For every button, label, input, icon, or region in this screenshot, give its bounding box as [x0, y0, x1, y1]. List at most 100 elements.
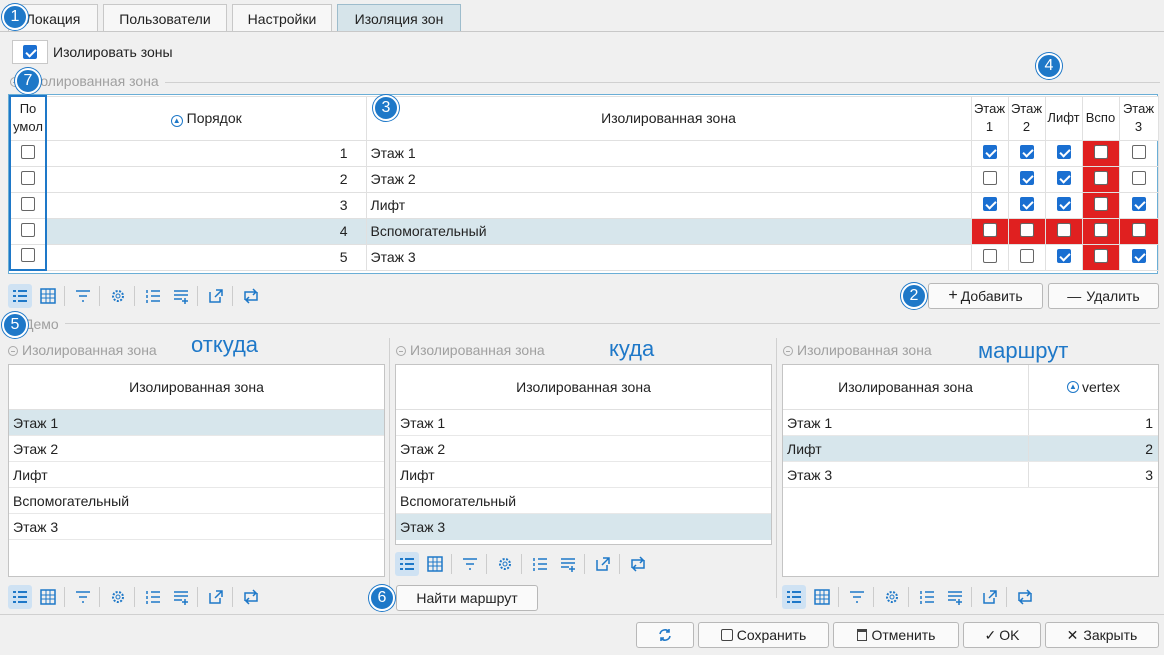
list-item[interactable]: Этаж 2 [9, 436, 384, 462]
table-row[interactable]: Лифт 2 [783, 436, 1158, 462]
default-checkbox[interactable] [21, 170, 35, 185]
numbered-list-icon[interactable] [528, 552, 552, 576]
matrix-checkbox[interactable] [982, 196, 997, 211]
col-order-header[interactable]: ▲ Порядок [45, 95, 367, 141]
route-col-vertex[interactable]: ▲ vertex [1029, 365, 1158, 409]
matrix-checkbox[interactable] [1093, 222, 1108, 237]
matrix-checkbox[interactable] [982, 248, 997, 263]
close-button[interactable]: ✕ Закрыть [1045, 622, 1159, 648]
ok-button[interactable]: ✓ OK [963, 622, 1041, 648]
list-view-icon[interactable] [395, 552, 419, 576]
col-default-header[interactable]: По умол [9, 95, 47, 140]
matrix-checkbox[interactable] [1019, 170, 1034, 185]
matrix-checkbox[interactable] [1056, 222, 1071, 237]
matrix-checkbox[interactable] [1019, 222, 1034, 237]
route-grid[interactable]: Изолированная зона ▲ vertex Этаж 1 1 Лифт 2… [782, 364, 1159, 577]
tab-users[interactable]: Пользователи [103, 4, 227, 32]
default-checkbox[interactable] [21, 222, 35, 237]
list-item[interactable]: Этаж 3 [9, 514, 384, 540]
list-view-icon[interactable] [8, 284, 32, 308]
table-row[interactable]: 3 Лифт [9, 191, 1159, 219]
matrix-checkbox[interactable] [1056, 170, 1071, 185]
to-grid[interactable]: Изолированная зона Этаж 1 Этаж 2 Лифт Вс… [395, 364, 772, 545]
add-button[interactable]: + Добавить [928, 283, 1043, 309]
matrix-checkbox[interactable] [1093, 170, 1108, 185]
list-item[interactable]: Вспомогательный [9, 488, 384, 514]
table-row[interactable]: 5 Этаж 3 [9, 243, 1159, 271]
gear-icon[interactable] [106, 284, 130, 308]
isolate-zones-checkbox[interactable] [12, 40, 48, 64]
list-view-icon[interactable] [8, 585, 32, 609]
grid-view-icon[interactable] [423, 552, 447, 576]
grid-view-icon[interactable] [810, 585, 834, 609]
find-route-button[interactable]: Найти маршрут [396, 585, 538, 611]
list-item[interactable]: Этаж 1 [396, 410, 771, 436]
gear-icon[interactable] [106, 585, 130, 609]
list-item[interactable]: Лифт [9, 462, 384, 488]
matrix-checkbox[interactable] [1131, 248, 1146, 263]
export-icon[interactable] [204, 585, 228, 609]
matrix-checkbox[interactable] [982, 222, 997, 237]
filter-icon[interactable] [845, 585, 869, 609]
delete-button[interactable]: — Удалить [1048, 283, 1159, 309]
gear-icon[interactable] [493, 552, 517, 576]
save-button[interactable]: Сохранить [698, 622, 829, 648]
table-row[interactable]: 1 Этаж 1 [9, 139, 1159, 167]
col-zone-floor3[interactable]: Этаж 3 [1118, 95, 1159, 141]
default-checkbox[interactable] [21, 196, 35, 211]
list-item[interactable]: Вспомогательный [396, 488, 771, 514]
tab-zone-isolation[interactable]: Изоляция зон [337, 4, 461, 32]
list-view-icon[interactable] [782, 585, 806, 609]
table-row[interactable]: 2 Этаж 2 [9, 165, 1159, 193]
table-row[interactable]: Этаж 3 3 [783, 462, 1158, 488]
add-rows-icon[interactable] [556, 552, 580, 576]
gear-icon[interactable] [880, 585, 904, 609]
add-rows-icon[interactable] [169, 585, 193, 609]
isolate-zones-check[interactable] [23, 45, 37, 59]
col-zone-lift[interactable]: Лифт [1044, 95, 1083, 141]
cancel-button[interactable]: Отменить [833, 622, 959, 648]
isolated-zones-grid[interactable]: По умол ▲ Порядок Изолированная зона Эта… [8, 94, 1159, 274]
filter-icon[interactable] [71, 284, 95, 308]
matrix-checkbox[interactable] [1131, 222, 1146, 237]
matrix-checkbox[interactable] [1056, 196, 1071, 211]
matrix-checkbox[interactable] [1131, 196, 1146, 211]
route-col-zone[interactable]: Изолированная зона [783, 365, 1029, 409]
col-zone-floor2[interactable]: Этаж 2 [1007, 95, 1046, 141]
matrix-checkbox[interactable] [1093, 196, 1108, 211]
matrix-checkbox[interactable] [1131, 144, 1146, 159]
export-icon[interactable] [978, 585, 1002, 609]
list-item[interactable]: Лифт [396, 462, 771, 488]
col-zone-header[interactable]: Изолированная зона [365, 95, 972, 141]
collapse-icon[interactable] [783, 346, 793, 357]
filter-icon[interactable] [71, 585, 95, 609]
matrix-checkbox[interactable] [982, 144, 997, 159]
matrix-checkbox[interactable] [1056, 248, 1071, 263]
matrix-checkbox[interactable] [1019, 248, 1034, 263]
numbered-list-icon[interactable] [915, 585, 939, 609]
to-grid-header[interactable]: Изолированная зона [396, 365, 771, 410]
table-row[interactable]: 4 Вспомогательный [9, 217, 1159, 245]
from-grid-header[interactable]: Изолированная зона [9, 365, 384, 410]
refresh-button[interactable] [636, 622, 694, 648]
grid-view-icon[interactable] [36, 585, 60, 609]
refresh-link-icon[interactable] [239, 284, 263, 308]
collapse-icon[interactable] [8, 346, 18, 357]
from-grid[interactable]: Изолированная зона Этаж 1 Этаж 2 Лифт Вс… [8, 364, 385, 577]
collapse-icon[interactable] [396, 346, 406, 357]
matrix-checkbox[interactable] [1093, 248, 1108, 263]
matrix-checkbox[interactable] [1056, 144, 1071, 159]
add-rows-icon[interactable] [943, 585, 967, 609]
tab-settings[interactable]: Настройки [232, 4, 332, 32]
list-item[interactable]: Этаж 3 [396, 514, 771, 540]
default-checkbox[interactable] [21, 144, 35, 159]
refresh-link-icon[interactable] [239, 585, 263, 609]
list-item[interactable]: Этаж 1 [9, 410, 384, 436]
matrix-checkbox[interactable] [1093, 144, 1108, 159]
grid-view-icon[interactable] [36, 284, 60, 308]
numbered-list-icon[interactable] [141, 585, 165, 609]
matrix-checkbox[interactable] [982, 170, 997, 185]
default-checkbox[interactable] [21, 248, 35, 263]
add-rows-icon[interactable] [169, 284, 193, 308]
refresh-link-icon[interactable] [1013, 585, 1037, 609]
